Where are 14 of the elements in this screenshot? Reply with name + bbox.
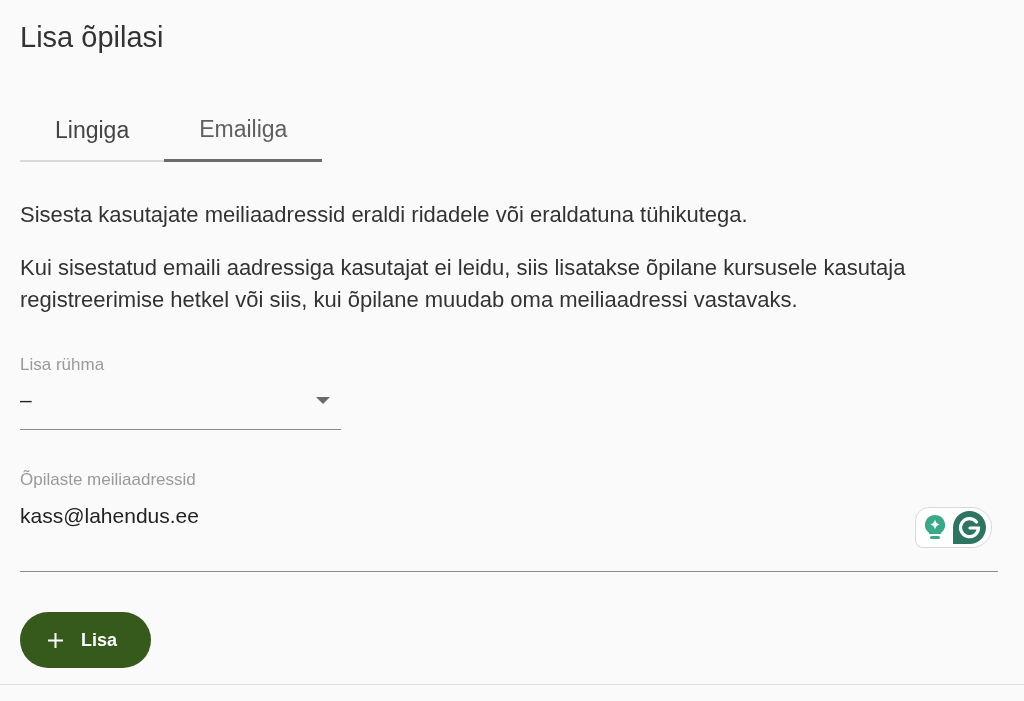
field-label: Lisa rühma [20, 355, 105, 375]
group-select[interactable]: – [20, 382, 341, 430]
page-title: Lisa õpilasi [20, 20, 164, 54]
lightbulb-icon [925, 515, 945, 540]
caret-icon [316, 396, 330, 404]
instruction-text: Kui sisestatud emaili aadressiga kasutajat ei leidu, siis lisatakse õpilane kursusele kasutaja registreerimise hetkel või siis, kui õpilane muudab oma meiliaadressi vastavaks. [20, 254, 907, 314]
plus-icon [48, 632, 63, 648]
writing-assistant-widget[interactable] [915, 507, 992, 548]
add-button[interactable]: Lisa [20, 612, 152, 668]
g-logo-icon [953, 511, 986, 544]
tab[interactable]: Emailiga [164, 100, 323, 162]
instruction-text: Sisesta kasutajate meiliaadressid eraldi ridadele või eraldatuna tühikutega. [20, 201, 749, 229]
tab[interactable]: Lingiga [20, 100, 165, 162]
field-label: Õpilaste meiliaadressid [20, 470, 196, 490]
